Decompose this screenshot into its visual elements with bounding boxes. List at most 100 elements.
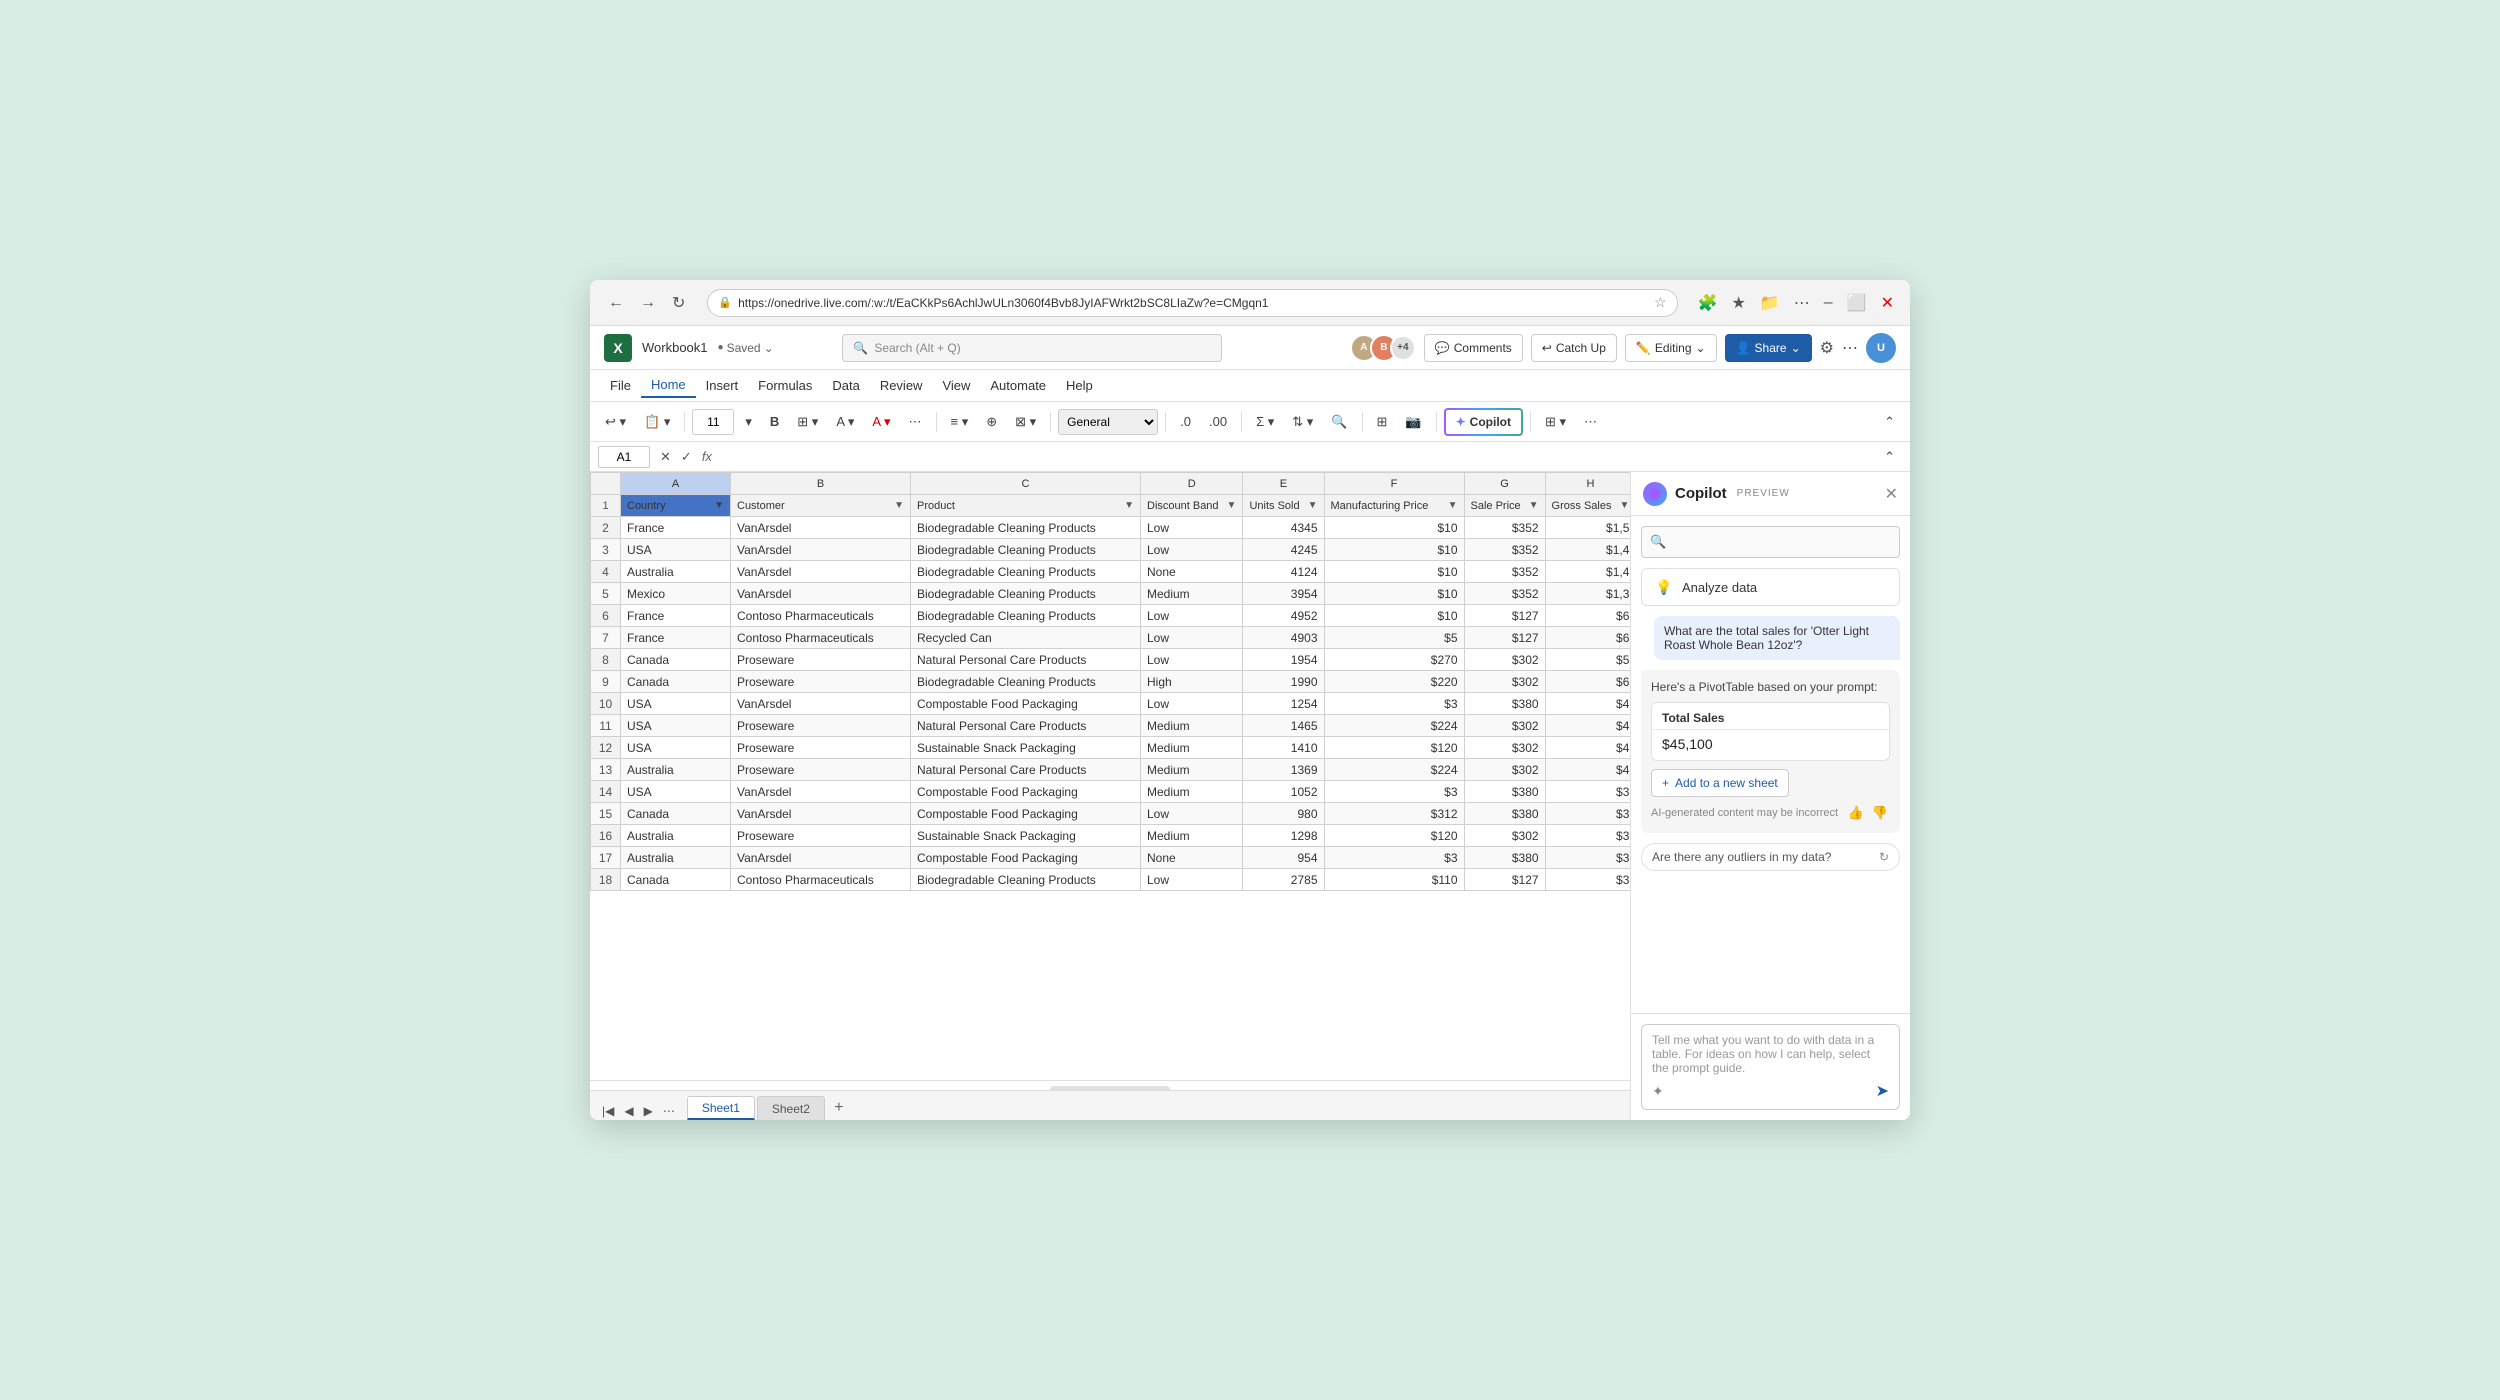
table-cell[interactable]: Low [1141,649,1243,671]
sheet-nav-first[interactable]: |◀ [598,1102,618,1120]
table-cell[interactable]: Australia [621,847,731,869]
table-cell[interactable]: Australia [621,825,731,847]
filter-icon-units[interactable]: ▼ [1308,500,1318,511]
table-cell[interactable]: Medium [1141,715,1243,737]
table-cell[interactable]: Compostable Food Packaging [911,803,1141,825]
table-cell[interactable]: 1254 [1243,693,1324,715]
table-cell[interactable]: Low [1141,627,1243,649]
thumbs-down-button[interactable]: 👎 [1870,803,1890,823]
sheet-tab-2[interactable]: Sheet2 [757,1096,825,1120]
table-cell[interactable]: Mexico [621,583,731,605]
table-cell[interactable]: Medium [1141,781,1243,803]
table-cell[interactable]: Compostable Food Packaging [911,781,1141,803]
table-cell[interactable]: Contoso Pharmaceuticals [731,627,911,649]
table-cell[interactable]: $3 [1324,781,1464,803]
paste-button[interactable]: 📋 ▾ [637,408,677,436]
autosum-button[interactable]: Σ ▾ [1249,408,1281,436]
extensions-button[interactable]: 🧩 [1694,289,1722,317]
table-cell[interactable]: $352 [1464,561,1545,583]
refresh-button[interactable]: ↻ [666,291,691,315]
header-country[interactable]: Country ▼ [621,495,731,517]
table-cell[interactable]: Natural Personal Care Products [911,715,1141,737]
table-cell[interactable]: Medium [1141,759,1243,781]
table-cell[interactable]: None [1141,561,1243,583]
table-cell[interactable]: 3954 [1243,583,1324,605]
sheet-wrapper[interactable]: A B C D E F G H 1 [590,472,1630,1080]
col-header-a[interactable]: A [621,473,731,495]
border-button[interactable]: ⊞ ▾ [790,408,825,436]
formula-more-button[interactable]: ⌃ [1877,443,1902,471]
table-cell[interactable]: 4345 [1243,517,1324,539]
table-cell[interactable]: Contoso Pharmaceuticals [731,869,911,891]
filter-icon-customer[interactable]: ▼ [894,500,904,511]
bold-button[interactable]: B [763,408,786,436]
table-cell[interactable]: $224 [1324,759,1464,781]
menu-automate[interactable]: Automate [980,374,1056,397]
table-cell[interactable]: $6 [1545,671,1630,693]
table-cell[interactable]: 1052 [1243,781,1324,803]
table-cell[interactable]: Medium [1141,825,1243,847]
col-header-f[interactable]: F [1324,473,1464,495]
thumbs-up-button[interactable]: 👍 [1846,803,1866,823]
prompt-guide-button[interactable]: ✦ [1652,1083,1664,1100]
fill-color-button[interactable]: A ▾ [829,408,861,436]
table-cell[interactable]: VanArsdel [731,561,911,583]
table-cell[interactable]: $6 [1545,605,1630,627]
table-cell[interactable]: $5 [1545,649,1630,671]
table-cell[interactable]: VanArsdel [731,693,911,715]
table-cell[interactable]: VanArsdel [731,583,911,605]
font-color-button[interactable]: A ▾ [865,408,897,436]
table-cell[interactable]: $6 [1545,627,1630,649]
formula-confirm-button[interactable]: ✓ [677,447,696,467]
menu-home[interactable]: Home [641,373,696,398]
toolbar-more-button[interactable]: ⋯ [1577,408,1604,436]
more-options-button[interactable]: ⋯ [1842,338,1858,358]
table-cell[interactable]: Proseware [731,759,911,781]
table-cell[interactable]: None [1141,847,1243,869]
filter-icon-product[interactable]: ▼ [1124,500,1134,511]
table-cell[interactable]: 4903 [1243,627,1324,649]
table-cell[interactable]: $10 [1324,517,1464,539]
table-cell[interactable]: Biodegradable Cleaning Products [911,517,1141,539]
col-header-d[interactable]: D [1141,473,1243,495]
table-cell[interactable]: 954 [1243,847,1324,869]
font-size-input[interactable] [692,409,734,435]
table-cell[interactable]: Canada [621,671,731,693]
formula-input[interactable] [718,450,1871,464]
table-cell[interactable]: Australia [621,561,731,583]
collections-button[interactable]: 📁 [1756,289,1784,317]
table-cell[interactable]: Compostable Food Packaging [911,693,1141,715]
table-cell[interactable]: $302 [1464,759,1545,781]
table-cell[interactable]: $302 [1464,825,1545,847]
table-cell[interactable]: $302 [1464,649,1545,671]
table-cell[interactable]: $10 [1324,605,1464,627]
table-cell[interactable]: Proseware [731,825,911,847]
share-button[interactable]: 👤 Share ⌄ [1725,334,1812,362]
analyze-data-button[interactable]: 💡 Analyze data [1641,568,1900,606]
table-cell[interactable]: $3 [1545,781,1630,803]
sheet-tab-1[interactable]: Sheet1 [687,1096,755,1120]
menu-review[interactable]: Review [870,374,933,397]
table-cell[interactable]: Canada [621,649,731,671]
table-cell[interactable]: 4124 [1243,561,1324,583]
table-cell[interactable]: $270 [1324,649,1464,671]
table-cell[interactable]: USA [621,693,731,715]
table-cell[interactable]: $10 [1324,539,1464,561]
merge-button[interactable]: ⊕ [979,408,1004,436]
increase-decimal-button[interactable]: .00 [1202,408,1234,436]
ribbon-collapse-button[interactable]: ⌃ [1877,408,1902,436]
filter-icon-gross-sales[interactable]: ▼ [1619,500,1629,511]
table-cell[interactable]: 980 [1243,803,1324,825]
chat-input-area[interactable]: Tell me what you want to do with data in… [1641,1024,1900,1110]
address-bar[interactable]: 🔒 https://onedrive.live.com/:w:/t/EaCKkP… [707,289,1677,317]
table-cell[interactable]: $120 [1324,825,1464,847]
table-cell[interactable]: USA [621,781,731,803]
menu-view[interactable]: View [932,374,980,397]
font-size-dropdown[interactable]: ▾ [738,408,759,436]
header-units[interactable]: Units Sold ▼ [1243,495,1324,517]
table-cell[interactable]: $1,4 [1545,539,1630,561]
table-cell[interactable]: Biodegradable Cleaning Products [911,605,1141,627]
table-cell[interactable]: $110 [1324,869,1464,891]
title-search[interactable]: 🔍 Search (Alt + Q) [842,334,1222,362]
table-cell[interactable]: $4 [1545,737,1630,759]
